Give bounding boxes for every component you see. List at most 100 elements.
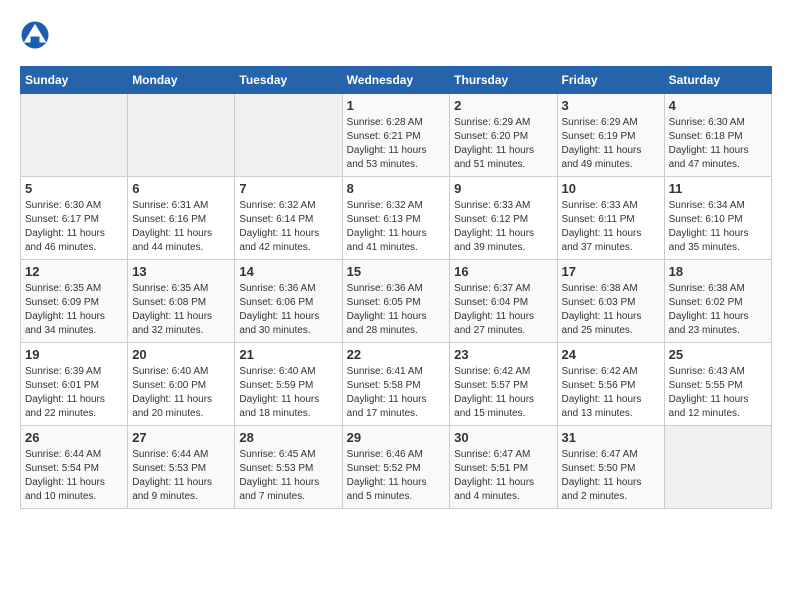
- calendar-cell: 7 Sunrise: 6:32 AM Sunset: 6:14 PM Daylig…: [235, 177, 342, 260]
- day-number: 7: [239, 181, 337, 196]
- day-number: 11: [669, 181, 767, 196]
- day-info: Sunrise: 6:30 AM Sunset: 6:17 PM Dayligh…: [25, 199, 123, 255]
- day-number: 29: [347, 430, 446, 445]
- day-number: 9: [454, 181, 552, 196]
- calendar-cell: [128, 94, 235, 177]
- day-of-week-header: Sunday: [21, 67, 128, 94]
- calendar-cell: 29 Sunrise: 6:46 AM Sunset: 5:52 PM Dayli…: [342, 426, 450, 509]
- day-number: 31: [562, 430, 660, 445]
- calendar-cell: 4Sunrise: 6:30 AM Sunset: 6:18 PM Daylig…: [664, 94, 771, 177]
- calendar-cell: 20 Sunrise: 6:40 AM Sunset: 6:00 PM Dayli…: [128, 343, 235, 426]
- day-info: Sunrise: 6:35 AM Sunset: 6:09 PM Dayligh…: [25, 282, 123, 338]
- day-number: 5: [25, 181, 123, 196]
- calendar-week-row: 12 Sunrise: 6:35 AM Sunset: 6:09 PM Dayli…: [21, 260, 772, 343]
- calendar-cell: 3 Sunrise: 6:29 AM Sunset: 6:19 PM Daylig…: [557, 94, 664, 177]
- day-number: 28: [239, 430, 337, 445]
- day-info: Sunrise: 6:40 AM Sunset: 6:00 PM Dayligh…: [132, 365, 230, 421]
- day-info: Sunrise: 6:32 AM Sunset: 6:13 PM Dayligh…: [347, 199, 446, 255]
- calendar-cell: 5 Sunrise: 6:30 AM Sunset: 6:17 PM Daylig…: [21, 177, 128, 260]
- day-info: Sunrise: 6:38 AM Sunset: 6:02 PM Dayligh…: [669, 282, 767, 338]
- calendar-cell: 2Sunrise: 6:29 AM Sunset: 6:20 PM Daylig…: [450, 94, 557, 177]
- day-number: 12: [25, 264, 123, 279]
- day-number: 21: [239, 347, 337, 362]
- page-header: [20, 20, 772, 50]
- day-number: 14: [239, 264, 337, 279]
- day-info: Sunrise: 6:43 AM Sunset: 5:55 PM Dayligh…: [669, 365, 767, 421]
- calendar-week-row: 1 Sunrise: 6:28 AM Sunset: 6:21 PM Daylig…: [21, 94, 772, 177]
- day-number: 24: [562, 347, 660, 362]
- day-number: 6: [132, 181, 230, 196]
- calendar-week-row: 26 Sunrise: 6:44 AM Sunset: 5:54 PM Dayli…: [21, 426, 772, 509]
- day-number: 27: [132, 430, 230, 445]
- calendar-cell: 10Sunrise: 6:33 AM Sunset: 6:11 PM Dayli…: [557, 177, 664, 260]
- day-number: 13: [132, 264, 230, 279]
- day-info: Sunrise: 6:32 AM Sunset: 6:14 PM Dayligh…: [239, 199, 337, 255]
- day-of-week-header: Monday: [128, 67, 235, 94]
- calendar-cell: 11Sunrise: 6:34 AM Sunset: 6:10 PM Dayli…: [664, 177, 771, 260]
- day-info: Sunrise: 6:47 AM Sunset: 5:51 PM Dayligh…: [454, 448, 552, 504]
- day-number: 20: [132, 347, 230, 362]
- calendar-cell: 1 Sunrise: 6:28 AM Sunset: 6:21 PM Daylig…: [342, 94, 450, 177]
- day-info: Sunrise: 6:39 AM Sunset: 6:01 PM Dayligh…: [25, 365, 123, 421]
- calendar-cell: 23 Sunrise: 6:42 AM Sunset: 5:57 PM Dayli…: [450, 343, 557, 426]
- calendar-cell: [664, 426, 771, 509]
- calendar-cell: 27 Sunrise: 6:44 AM Sunset: 5:53 PM Dayli…: [128, 426, 235, 509]
- calendar-cell: 26 Sunrise: 6:44 AM Sunset: 5:54 PM Dayli…: [21, 426, 128, 509]
- calendar-week-row: 19 Sunrise: 6:39 AM Sunset: 6:01 PM Dayli…: [21, 343, 772, 426]
- day-info: Sunrise: 6:42 AM Sunset: 5:57 PM Dayligh…: [454, 365, 552, 421]
- day-info: Sunrise: 6:36 AM Sunset: 6:06 PM Dayligh…: [239, 282, 337, 338]
- day-info: Sunrise: 6:38 AM Sunset: 6:03 PM Dayligh…: [562, 282, 660, 338]
- calendar-cell: 17Sunrise: 6:38 AM Sunset: 6:03 PM Dayli…: [557, 260, 664, 343]
- day-info: Sunrise: 6:44 AM Sunset: 5:54 PM Dayligh…: [25, 448, 123, 504]
- day-info: Sunrise: 6:36 AM Sunset: 6:05 PM Dayligh…: [347, 282, 446, 338]
- calendar-cell: 21Sunrise: 6:40 AM Sunset: 5:59 PM Dayli…: [235, 343, 342, 426]
- calendar-cell: 13 Sunrise: 6:35 AM Sunset: 6:08 PM Dayli…: [128, 260, 235, 343]
- calendar-cell: 14 Sunrise: 6:36 AM Sunset: 6:06 PM Dayli…: [235, 260, 342, 343]
- calendar-cell: 28 Sunrise: 6:45 AM Sunset: 5:53 PM Dayli…: [235, 426, 342, 509]
- day-number: 15: [347, 264, 446, 279]
- day-info: Sunrise: 6:29 AM Sunset: 6:20 PM Dayligh…: [454, 116, 552, 172]
- day-number: 25: [669, 347, 767, 362]
- calendar-cell: 18Sunrise: 6:38 AM Sunset: 6:02 PM Dayli…: [664, 260, 771, 343]
- day-of-week-header: Saturday: [664, 67, 771, 94]
- day-of-week-header: Tuesday: [235, 67, 342, 94]
- calendar-cell: 6Sunrise: 6:31 AM Sunset: 6:16 PM Daylig…: [128, 177, 235, 260]
- calendar-cell: 24Sunrise: 6:42 AM Sunset: 5:56 PM Dayli…: [557, 343, 664, 426]
- day-number: 3: [562, 98, 660, 113]
- logo: [20, 20, 54, 50]
- day-info: Sunrise: 6:29 AM Sunset: 6:19 PM Dayligh…: [562, 116, 660, 172]
- day-info: Sunrise: 6:41 AM Sunset: 5:58 PM Dayligh…: [347, 365, 446, 421]
- day-of-week-header: Friday: [557, 67, 664, 94]
- calendar-cell: 31 Sunrise: 6:47 AM Sunset: 5:50 PM Dayli…: [557, 426, 664, 509]
- day-number: 30: [454, 430, 552, 445]
- day-number: 26: [25, 430, 123, 445]
- day-number: 23: [454, 347, 552, 362]
- day-of-week-header: Thursday: [450, 67, 557, 94]
- calendar-cell: [21, 94, 128, 177]
- day-info: Sunrise: 6:37 AM Sunset: 6:04 PM Dayligh…: [454, 282, 552, 338]
- calendar-cell: [235, 94, 342, 177]
- day-number: 8: [347, 181, 446, 196]
- day-number: 19: [25, 347, 123, 362]
- calendar-cell: 15 Sunrise: 6:36 AM Sunset: 6:05 PM Dayli…: [342, 260, 450, 343]
- day-info: Sunrise: 6:28 AM Sunset: 6:21 PM Dayligh…: [347, 116, 446, 172]
- calendar-cell: 8 Sunrise: 6:32 AM Sunset: 6:13 PM Daylig…: [342, 177, 450, 260]
- day-info: Sunrise: 6:35 AM Sunset: 6:08 PM Dayligh…: [132, 282, 230, 338]
- day-info: Sunrise: 6:44 AM Sunset: 5:53 PM Dayligh…: [132, 448, 230, 504]
- calendar-cell: 16 Sunrise: 6:37 AM Sunset: 6:04 PM Dayli…: [450, 260, 557, 343]
- day-number: 1: [347, 98, 446, 113]
- calendar-header-row: SundayMondayTuesdayWednesdayThursdayFrid…: [21, 67, 772, 94]
- calendar-cell: 22Sunrise: 6:41 AM Sunset: 5:58 PM Dayli…: [342, 343, 450, 426]
- calendar-cell: 12 Sunrise: 6:35 AM Sunset: 6:09 PM Dayli…: [21, 260, 128, 343]
- calendar-cell: 9Sunrise: 6:33 AM Sunset: 6:12 PM Daylig…: [450, 177, 557, 260]
- day-of-week-header: Wednesday: [342, 67, 450, 94]
- day-info: Sunrise: 6:30 AM Sunset: 6:18 PM Dayligh…: [669, 116, 767, 172]
- day-info: Sunrise: 6:46 AM Sunset: 5:52 PM Dayligh…: [347, 448, 446, 504]
- day-number: 10: [562, 181, 660, 196]
- logo-icon: [20, 20, 50, 50]
- calendar-cell: 19 Sunrise: 6:39 AM Sunset: 6:01 PM Dayli…: [21, 343, 128, 426]
- day-info: Sunrise: 6:47 AM Sunset: 5:50 PM Dayligh…: [562, 448, 660, 504]
- calendar-week-row: 5 Sunrise: 6:30 AM Sunset: 6:17 PM Daylig…: [21, 177, 772, 260]
- day-info: Sunrise: 6:45 AM Sunset: 5:53 PM Dayligh…: [239, 448, 337, 504]
- day-number: 16: [454, 264, 552, 279]
